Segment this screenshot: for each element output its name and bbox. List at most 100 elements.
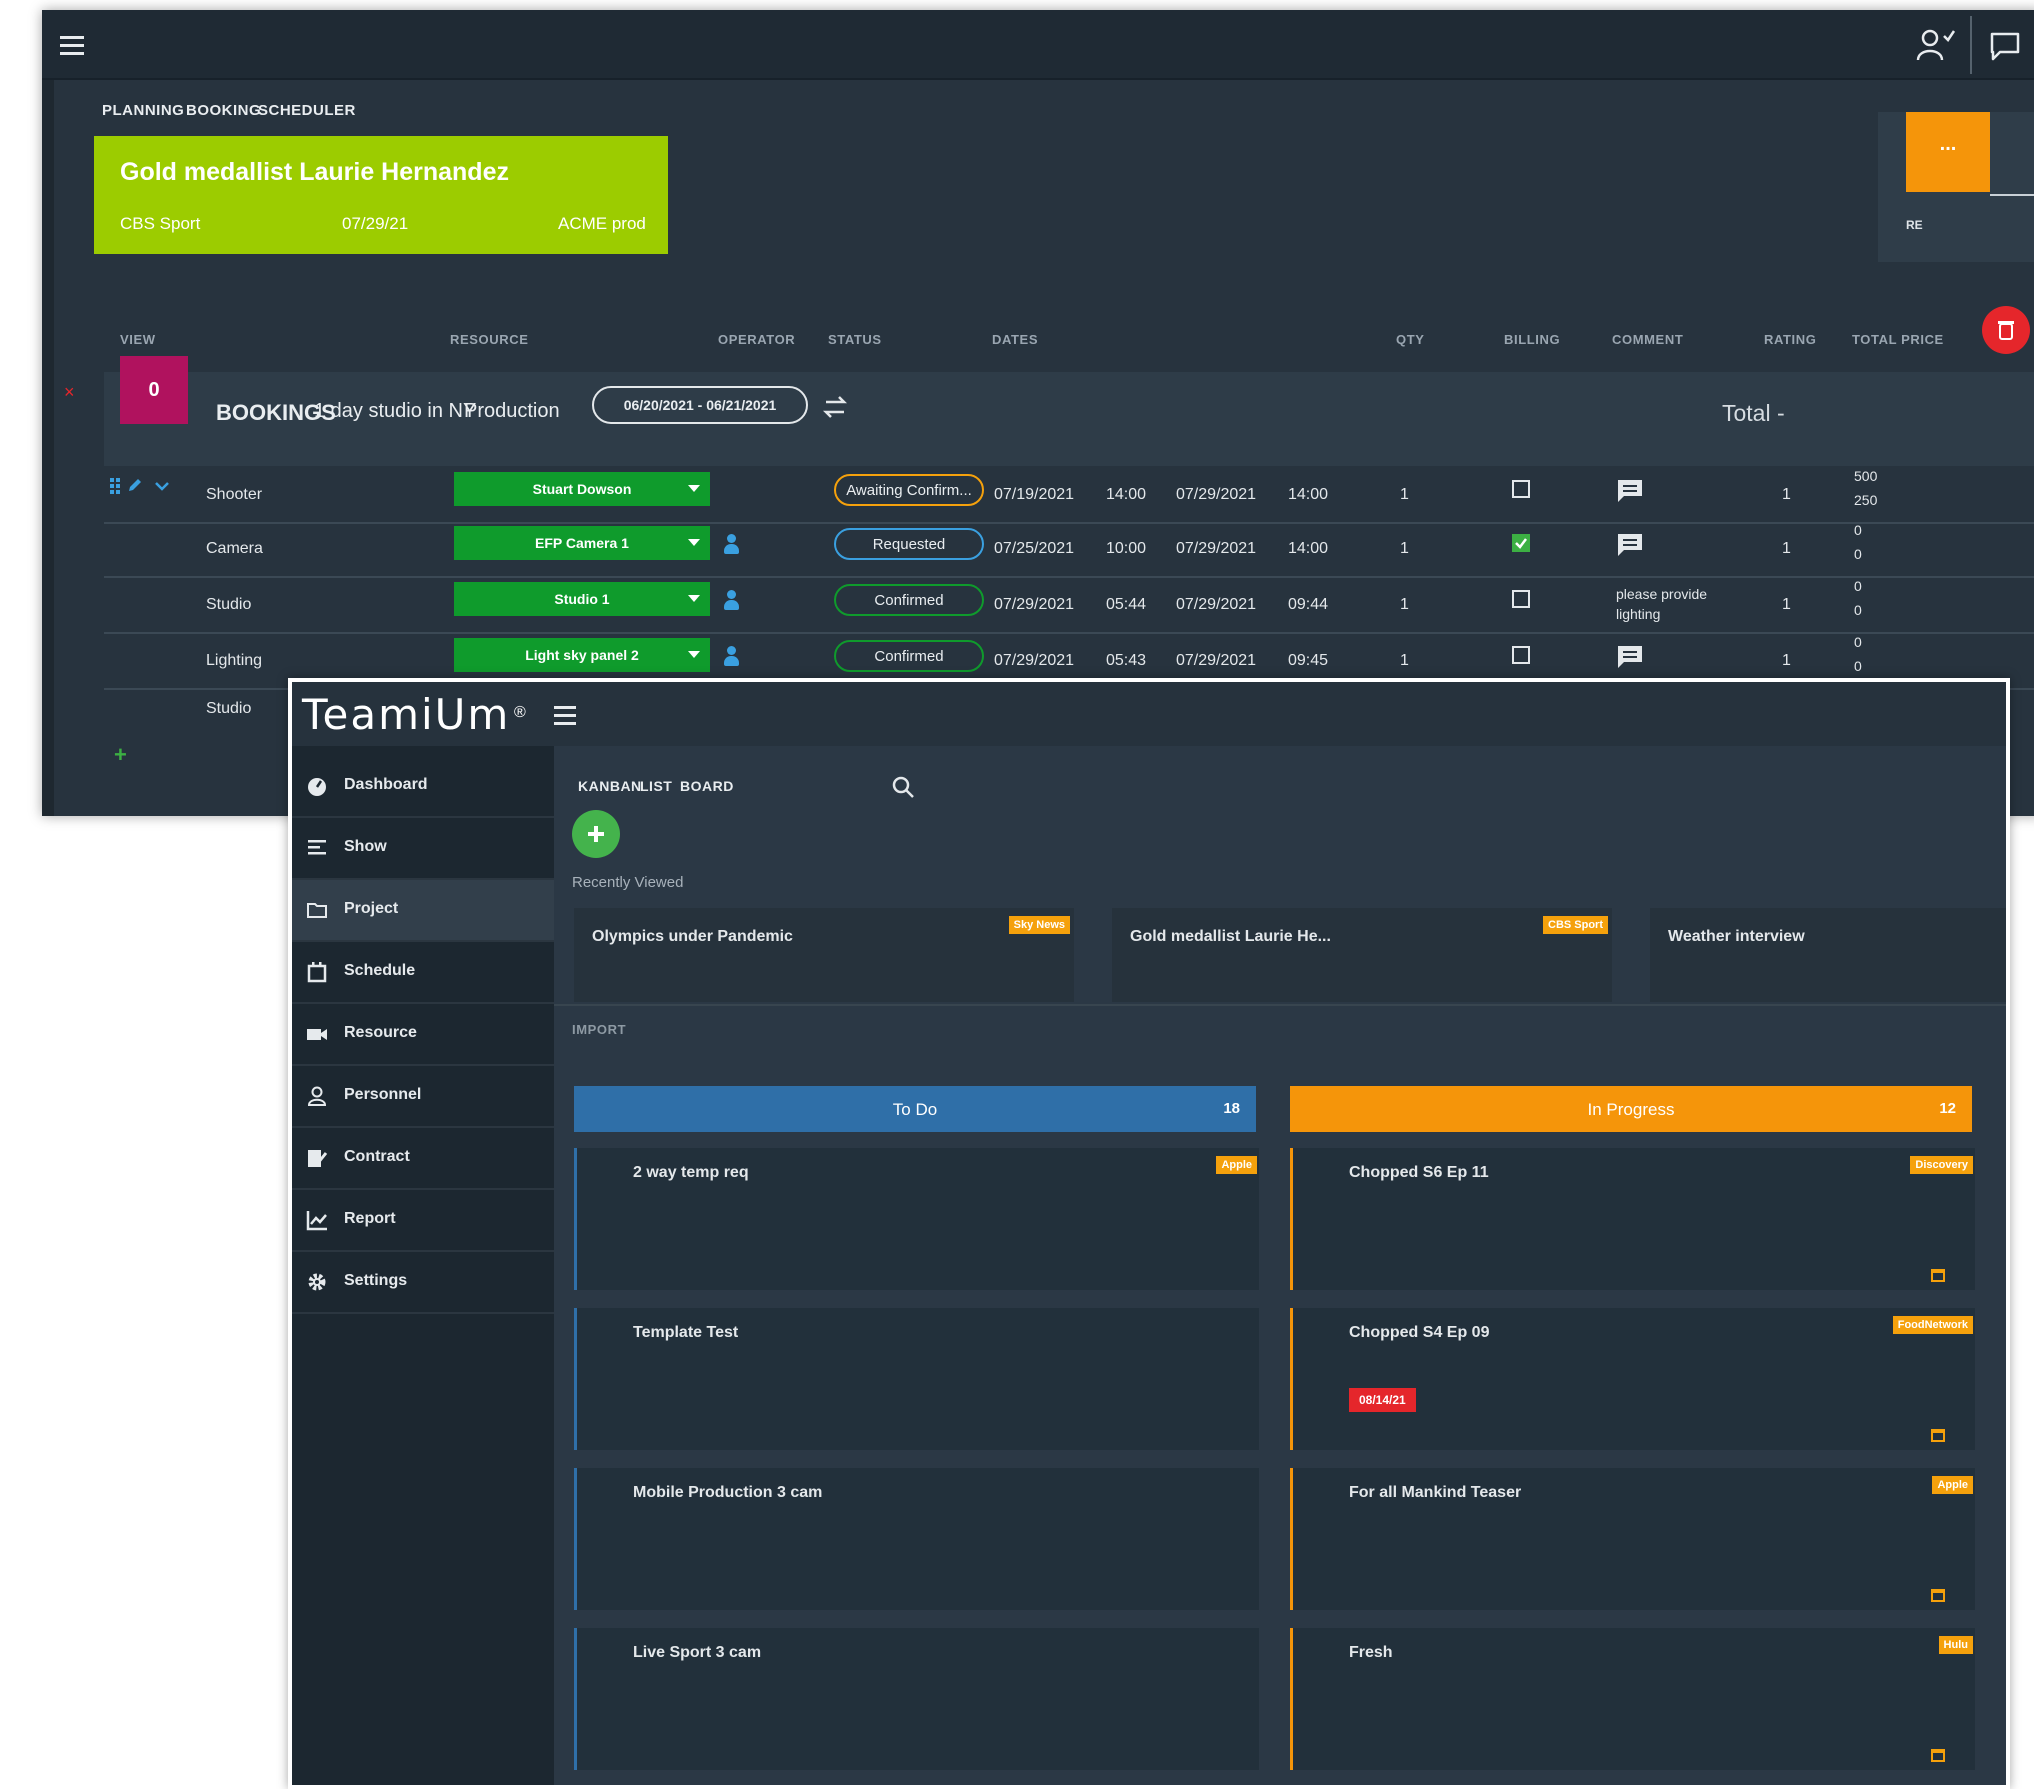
kanban-card[interactable]: Chopped S6 Ep 11 Discovery	[1290, 1148, 1975, 1290]
recent-project-card[interactable]: Gold medallist Laurie He... CBS Sport	[1112, 908, 1612, 1002]
comment-text: please provide lighting	[1616, 586, 1708, 622]
sidebar-item-report[interactable]: Report	[292, 1190, 554, 1252]
project-producer: ACME prod	[558, 214, 646, 233]
chat-icon[interactable]	[1988, 30, 2022, 62]
resource-select[interactable]: Stuart Dowson	[454, 472, 710, 506]
kanban-card[interactable]: Fresh Hulu	[1290, 1628, 1975, 1770]
resource-select[interactable]: Light sky panel 2	[454, 638, 710, 672]
kanban-card[interactable]: Live Sport 3 cam	[574, 1628, 1259, 1770]
billing-checkbox[interactable]	[1512, 480, 1530, 498]
operator-icon[interactable]	[724, 590, 739, 610]
date-range-field[interactable]: 06/20/2021 - 06/21/2021	[592, 386, 808, 424]
menu-icon[interactable]	[554, 706, 576, 709]
start-time: 05:43	[1106, 652, 1147, 669]
price-secondary: 0	[1854, 658, 1862, 674]
kanban-card[interactable]: Template Test	[574, 1308, 1259, 1450]
rating-value: 1	[1782, 596, 1791, 613]
tab-list[interactable]: LIST	[640, 778, 672, 794]
side-panel: ... RE	[1878, 112, 2034, 262]
status-badge[interactable]: Requested	[834, 528, 984, 560]
add-row-button[interactable]: +	[114, 742, 127, 768]
calendar-icon[interactable]	[1931, 1749, 1945, 1762]
kanban-card[interactable]: 2 way temp req Apple	[574, 1148, 1259, 1290]
billing-checkbox[interactable]	[1512, 646, 1530, 664]
calendar-icon[interactable]	[1931, 1269, 1945, 1282]
tab-scheduler[interactable]: SCHEDULER	[258, 102, 356, 119]
start-date: 07/19/2021	[994, 486, 1075, 503]
resource-name: EFP Camera 1	[535, 535, 629, 551]
qty-value: 1	[1400, 486, 1409, 503]
col-operator: OPERATOR	[718, 332, 796, 347]
comment-icon[interactable]	[1616, 644, 1644, 670]
card-title: Chopped S4 Ep 09	[1349, 1324, 1490, 1341]
card-title: Chopped S6 Ep 11	[1349, 1164, 1489, 1181]
operator-icon[interactable]	[724, 534, 739, 554]
status-badge[interactable]: Awaiting Confirm...	[834, 474, 984, 506]
sidebar-item-settings[interactable]: Settings	[292, 1252, 554, 1314]
kanban-card[interactable]: Chopped S4 Ep 09 FoodNetwork 08/14/21	[1290, 1308, 1975, 1450]
comment-icon[interactable]	[1616, 532, 1644, 558]
qty-value: 1	[1400, 596, 1409, 613]
calendar-icon[interactable]	[1931, 1429, 1945, 1442]
rating-value: 1	[1782, 652, 1791, 669]
search-icon[interactable]	[890, 774, 916, 800]
billing-checkbox[interactable]	[1512, 590, 1530, 608]
client-tag: CBS Sport	[1543, 916, 1608, 934]
col-billing: BILLING	[1504, 332, 1561, 347]
card-title: Live Sport 3 cam	[633, 1644, 762, 1661]
chart-icon	[306, 1211, 327, 1231]
add-project-button[interactable]	[572, 810, 620, 858]
kanban-card[interactable]: Mobile Production 3 cam	[574, 1468, 1259, 1610]
sidebar-item-personnel[interactable]: Personnel	[292, 1066, 554, 1128]
column-count: 18	[1223, 1100, 1240, 1117]
calendar-icon	[307, 962, 327, 983]
tab-planning[interactable]: PLANNING	[102, 102, 184, 119]
user-check-icon[interactable]	[1916, 28, 1956, 62]
recent-project-title: Olympics under Pandemic	[592, 928, 793, 945]
delete-button[interactable]	[1982, 306, 2030, 354]
more-button[interactable]: ...	[1906, 112, 1990, 192]
row-role: Shooter	[206, 486, 263, 503]
tab-board[interactable]: BOARD	[680, 778, 734, 794]
comment-icon[interactable]	[1616, 478, 1644, 504]
sidebar-item-show[interactable]: Show	[292, 818, 554, 880]
rating-value: 1	[1782, 540, 1791, 557]
resource-select[interactable]: EFP Camera 1	[454, 526, 710, 560]
sidebar-item-dashboard[interactable]: Dashboard	[292, 756, 554, 818]
sidebar-item-resource[interactable]: Resource	[292, 1004, 554, 1066]
column-title: To Do	[892, 1100, 938, 1119]
status-badge[interactable]: Confirmed	[834, 584, 984, 616]
kanban-column-header[interactable]: To Do 18	[574, 1086, 1256, 1132]
billing-checkbox[interactable]	[1512, 534, 1530, 552]
project-card[interactable]: Gold medallist Laurie Hernandez CBS Spor…	[94, 136, 668, 254]
col-resource: RESOURCE	[450, 332, 529, 347]
chevron-down-icon	[688, 485, 700, 492]
end-time: 14:00	[1288, 540, 1329, 557]
sidebar-item-contract[interactable]: Contract	[292, 1128, 554, 1190]
tab-kanban[interactable]: KANBAN	[578, 778, 642, 794]
end-time: 09:44	[1288, 596, 1329, 613]
col-total-price: TOTAL PRICE	[1852, 332, 1944, 347]
kanban-column-header[interactable]: In Progress 12	[1290, 1086, 1972, 1132]
tab-booking[interactable]: BOOKING	[186, 102, 261, 119]
swap-icon[interactable]	[820, 392, 850, 422]
calendar-icon[interactable]	[1931, 1589, 1945, 1602]
sidebar-item-schedule[interactable]: Schedule	[292, 942, 554, 1004]
sidebar-item-project[interactable]: Project	[292, 880, 554, 942]
person-icon	[307, 1086, 327, 1106]
menu-icon[interactable]	[60, 36, 84, 39]
rating-value: 1	[1782, 486, 1791, 503]
price-value: 0	[1854, 634, 1862, 650]
sidebar-item-label: Dashboard	[344, 776, 428, 793]
operator-icon[interactable]	[724, 646, 739, 666]
resource-select[interactable]: Studio 1	[454, 582, 710, 616]
kanban-card[interactable]: For all Mankind Teaser Apple	[1290, 1468, 1975, 1610]
panel-label: RE	[1906, 218, 1923, 232]
divider	[554, 1004, 2006, 1006]
recent-project-card[interactable]: Olympics under Pandemic Sky News	[574, 908, 1074, 1002]
status-badge[interactable]: Confirmed	[834, 640, 984, 672]
remove-group-icon[interactable]: ×	[64, 382, 75, 403]
recent-project-card[interactable]: Weather interview	[1650, 908, 2006, 1002]
start-time: 10:00	[1106, 540, 1147, 557]
teamium-logo: TeamiUm	[302, 690, 511, 739]
